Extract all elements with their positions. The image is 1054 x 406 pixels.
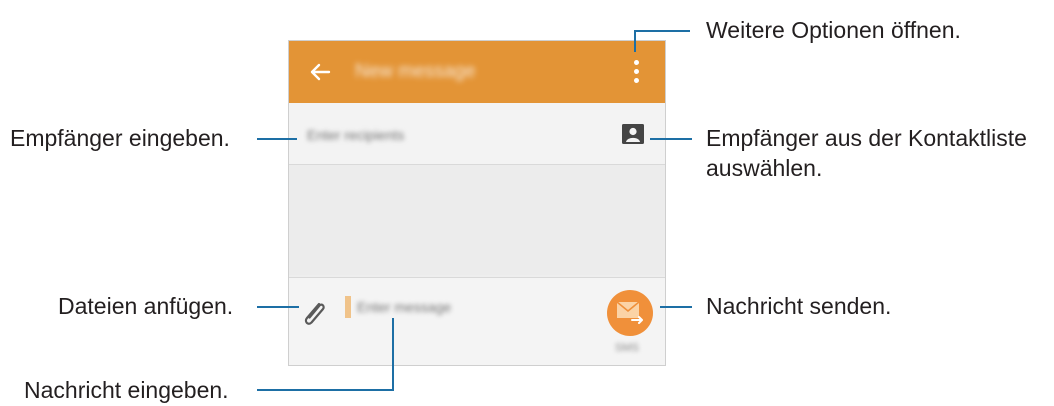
send-caption: SMS (615, 342, 639, 354)
text-cursor (345, 296, 351, 318)
conversation-area (289, 165, 665, 275)
callout-from-contacts-2: auswählen. (706, 155, 823, 181)
callout-from-contacts-1: Empfänger aus der Kontaktliste (706, 125, 1027, 151)
recipient-row (289, 103, 665, 165)
callout-enter-message: Nachricht eingeben. (24, 377, 229, 403)
callout-line-enter-recipient (257, 138, 297, 140)
callout-enter-recipient: Empfänger eingeben. (10, 125, 230, 151)
app-bar-title: New message (355, 61, 476, 82)
paperclip-icon[interactable] (299, 296, 329, 332)
callout-more-options: Weitere Optionen öffnen. (706, 17, 961, 43)
more-vertical-icon[interactable] (625, 57, 647, 87)
callout-line-enter-message-v (392, 318, 394, 390)
contact-card-icon[interactable] (621, 123, 645, 145)
message-compose-screen: New message SMS (288, 40, 666, 366)
send-button[interactable] (607, 290, 653, 336)
recipient-input[interactable] (305, 123, 569, 147)
callout-send-message: Nachricht senden. (706, 293, 892, 319)
compose-row: SMS (289, 277, 665, 365)
message-input[interactable] (355, 294, 559, 320)
callout-line-contacts (650, 138, 692, 140)
arrow-left-icon[interactable] (307, 59, 333, 85)
callout-line-send (660, 306, 692, 308)
callout-line-more-options-h (634, 30, 690, 32)
callout-line-enter-message-h (257, 389, 394, 391)
app-bar: New message (289, 41, 665, 103)
callout-line-more-options (634, 31, 636, 52)
envelope-send-icon (616, 301, 643, 324)
callout-line-attach (257, 306, 299, 308)
callout-attach-files: Dateien anfügen. (58, 293, 234, 319)
